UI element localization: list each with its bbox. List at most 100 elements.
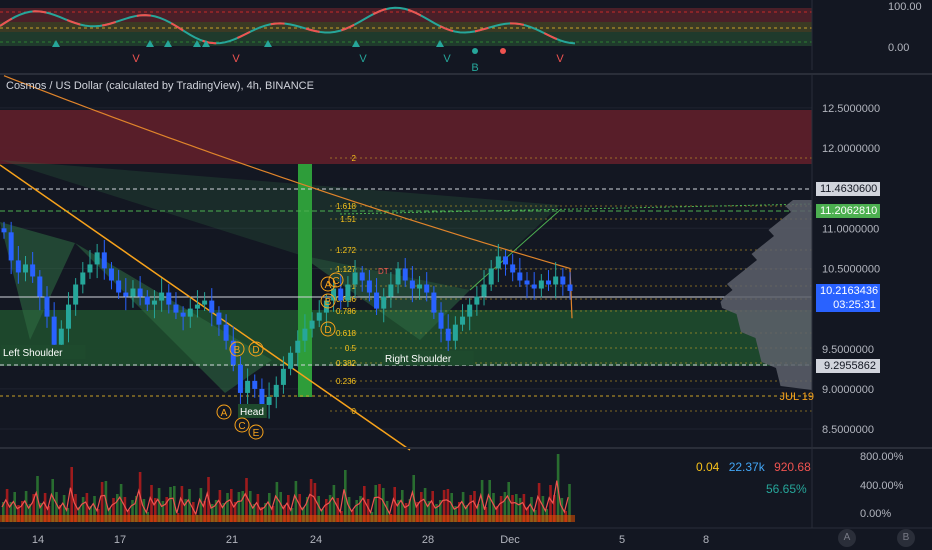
candle-body xyxy=(409,280,415,289)
candle-body xyxy=(44,296,50,317)
point-label: B xyxy=(325,297,332,308)
pattern-label: Left Shoulder xyxy=(3,348,63,359)
candle-body xyxy=(80,272,86,285)
candle-body xyxy=(252,380,258,389)
candle-body xyxy=(144,296,150,305)
price-tick-label: 9.5000000 xyxy=(822,344,874,356)
time-tick-label: 24 xyxy=(310,534,322,546)
candle-body xyxy=(546,280,552,285)
point-label: C xyxy=(238,421,245,432)
osc-signal-letter: V xyxy=(232,53,240,65)
osc-signal-letter: V xyxy=(359,53,367,65)
candle-body xyxy=(116,280,122,293)
candle-body xyxy=(395,268,401,285)
candle-body xyxy=(166,292,172,305)
point-label: D xyxy=(324,325,331,336)
auto-scale-button[interactable]: A xyxy=(838,529,856,547)
stat-4: 56.65% xyxy=(766,482,807,496)
candle-body xyxy=(503,256,509,265)
candle-body xyxy=(424,284,430,293)
candle-body xyxy=(438,312,444,329)
candle-body xyxy=(445,328,451,341)
time-tick-label: 14 xyxy=(32,534,44,546)
candle-body xyxy=(474,296,480,305)
candle-body xyxy=(187,308,193,317)
candle-body xyxy=(151,300,157,305)
candle-body xyxy=(524,280,530,285)
candle-body xyxy=(209,300,215,313)
point-label: B xyxy=(234,345,241,356)
candle-body xyxy=(388,284,394,297)
candle-body xyxy=(15,260,21,273)
candle-body xyxy=(560,276,566,285)
candle-body xyxy=(417,284,423,289)
candle-body xyxy=(65,304,71,329)
price-tick-label: 9.0000000 xyxy=(822,384,874,396)
volume-base-band xyxy=(0,515,575,522)
candle-body xyxy=(553,276,559,285)
volume-pct-tick: 800.00% xyxy=(860,451,904,463)
candle-body xyxy=(481,284,487,297)
candle-body xyxy=(202,300,208,305)
candle-body xyxy=(531,284,537,289)
candle-body xyxy=(8,232,14,261)
volume-stats: 0.04 22.37k 920.68 xyxy=(696,460,811,474)
candle-body xyxy=(137,288,143,297)
candle-body xyxy=(467,304,473,317)
candle-body xyxy=(359,272,365,281)
candle-body xyxy=(431,292,437,313)
candle-body xyxy=(180,312,186,317)
osc-sell-dot xyxy=(500,48,506,54)
volume-pct-tick: 0.00% xyxy=(860,508,891,520)
candle-body xyxy=(488,268,494,285)
candle-body xyxy=(338,288,344,301)
candle-body xyxy=(173,304,179,313)
osc-tick-100: 100.00 xyxy=(888,1,922,13)
volume-pct-tick: 400.00% xyxy=(860,480,904,492)
fib-label: 0.382 xyxy=(336,359,357,368)
time-tick-label: Dec xyxy=(500,534,520,546)
time-tick-label: 8 xyxy=(703,534,709,546)
fib-label: 0.236 xyxy=(336,377,357,386)
measured-move-bar xyxy=(298,164,312,397)
resistance-zone xyxy=(0,110,812,164)
jul19-label: JUL 19 xyxy=(779,391,814,403)
candle-body xyxy=(495,256,501,269)
candle-body xyxy=(51,316,57,345)
candle-body xyxy=(58,328,64,345)
candle-body xyxy=(352,272,358,285)
fib-label: 0.786 xyxy=(336,307,357,316)
price-tag-level-a: 11.4630600 xyxy=(816,182,880,196)
price-tick-label: 12.0000000 xyxy=(822,143,880,155)
candle-body xyxy=(223,324,229,341)
fib-label: 1.272 xyxy=(336,246,357,255)
log-scale-button[interactable]: B xyxy=(897,529,915,547)
candle-body xyxy=(316,312,322,321)
osc-tick-0: 0.00 xyxy=(888,42,909,54)
candle-body xyxy=(366,280,372,293)
pattern-label: Head xyxy=(240,407,264,418)
price-tick-label: 11.0000000 xyxy=(822,223,879,235)
fib-label: 0.618 xyxy=(336,329,357,338)
candle-body xyxy=(345,284,351,301)
point-label: A xyxy=(221,408,228,419)
pattern-label: Right Shoulder xyxy=(385,354,452,365)
price-tick-label: 10.5000000 xyxy=(822,263,880,275)
fib-label: 0.5 xyxy=(345,344,357,353)
candle-body xyxy=(130,288,136,297)
candle-body xyxy=(216,312,222,325)
candle-body xyxy=(309,320,315,329)
time-tick-label: 5 xyxy=(619,534,625,546)
time-tick-label: 28 xyxy=(422,534,434,546)
candle-body xyxy=(259,388,265,405)
point-label: E xyxy=(253,428,260,439)
time-tick-label: 21 xyxy=(226,534,238,546)
candle-body xyxy=(402,268,408,281)
candle-body xyxy=(30,264,36,277)
price-tag-level-c: 9.2955862 xyxy=(816,359,880,373)
stat-3: 920.68 xyxy=(774,460,811,474)
candle-body xyxy=(538,280,544,289)
candle-body xyxy=(123,292,129,297)
fib-label: 1.51 xyxy=(340,215,356,224)
candle-body xyxy=(280,368,286,385)
